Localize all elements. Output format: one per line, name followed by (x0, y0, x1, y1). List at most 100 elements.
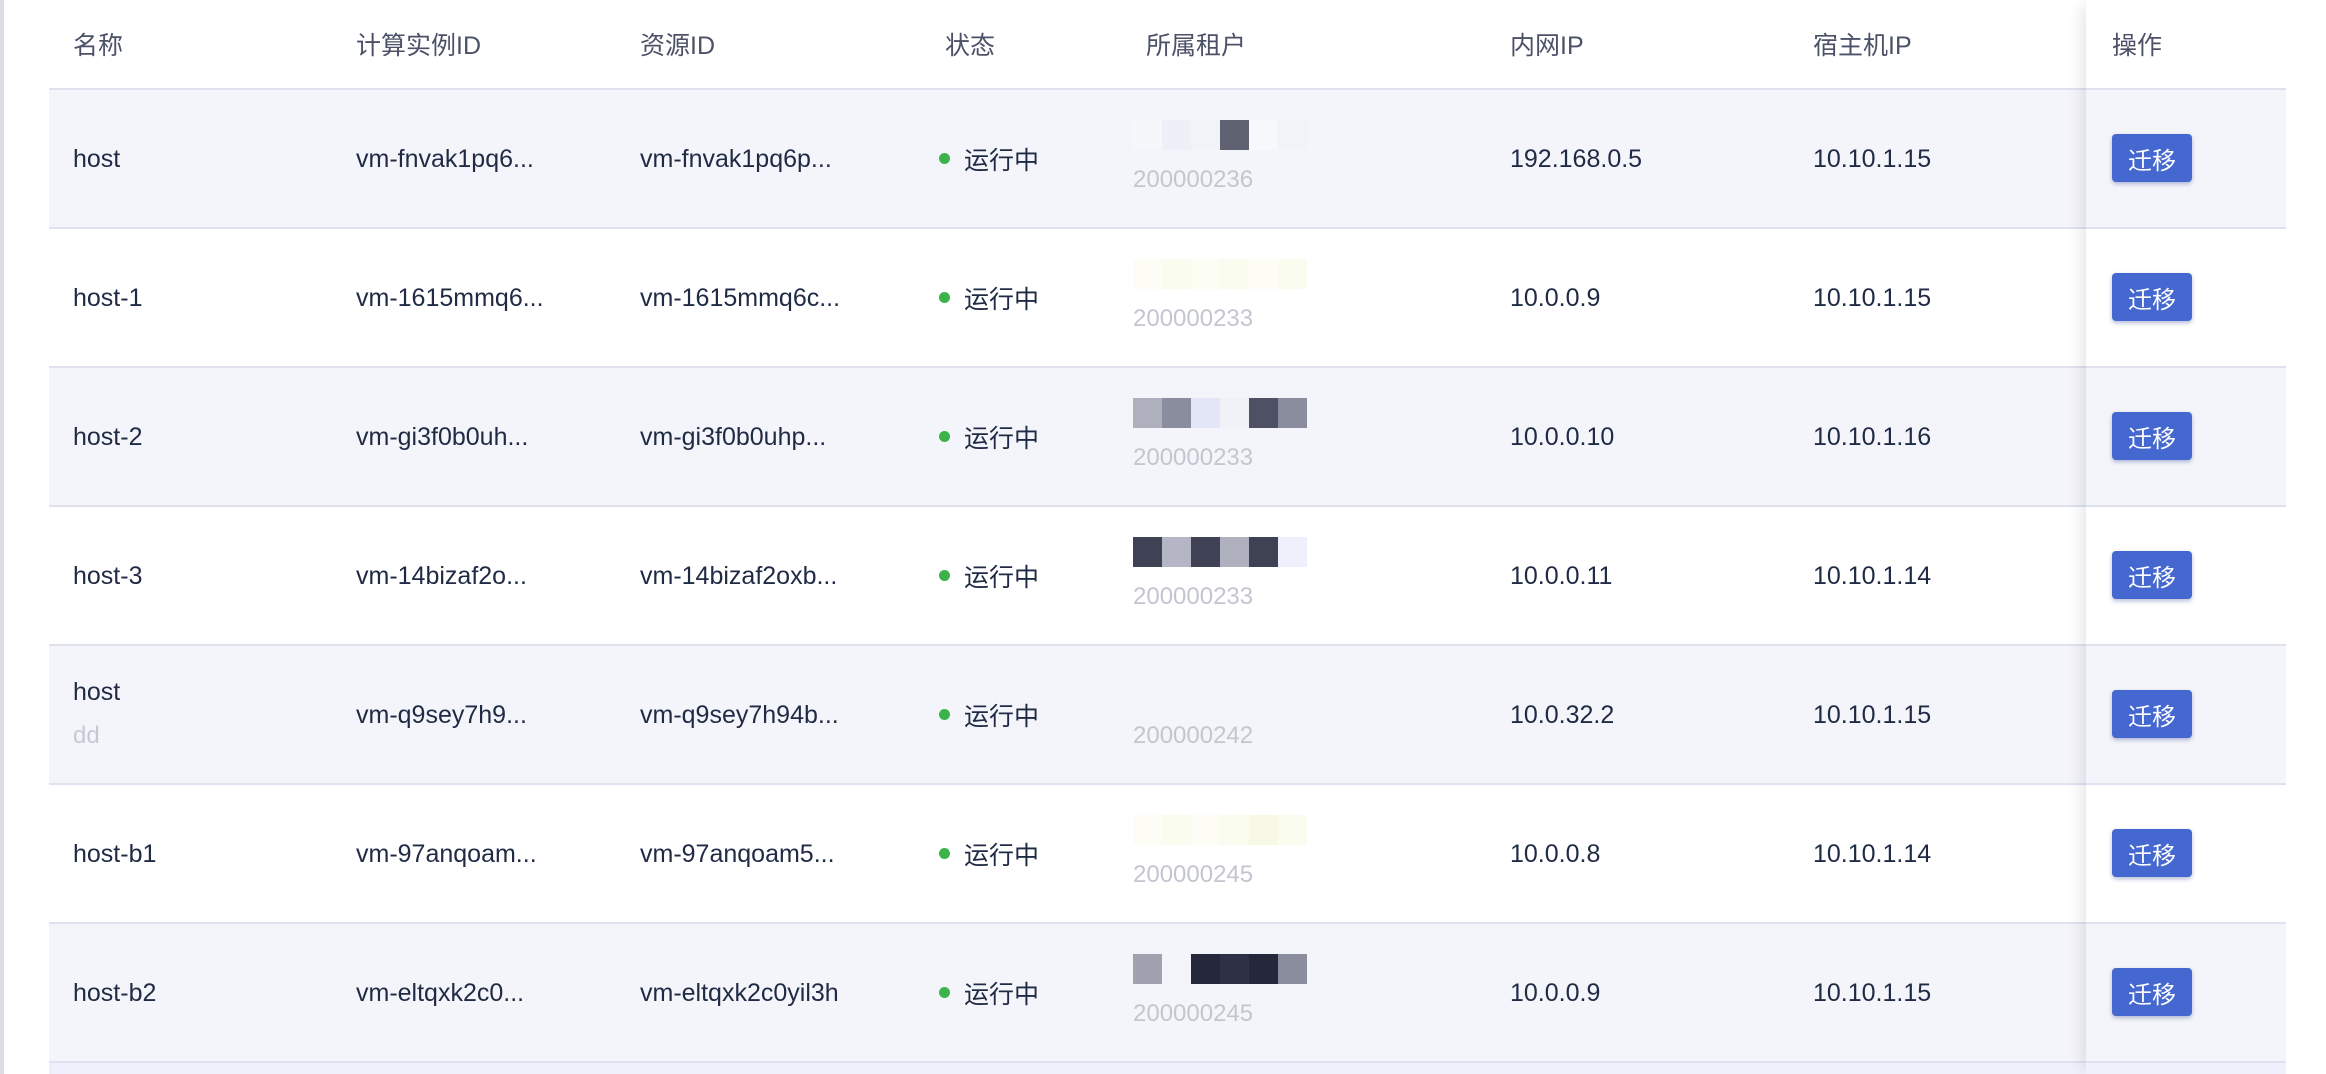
table-row[interactable]: host-2 vm-gi3f0b0uh... vm-gi3f0b0uhp... … (49, 368, 2289, 507)
table-row[interactable]: host vm-fnvak1pq6... vm-fnvak1pq6p... 运行… (49, 90, 2289, 229)
resource-id: vm-fnvak1pq6p... (640, 144, 832, 173)
host-ip: 10.10.1.15 (1813, 700, 1932, 729)
status-dot-icon (939, 709, 950, 720)
column-header-instance-id: 计算实例ID (356, 32, 482, 60)
column-header-name: 名称 (73, 32, 124, 60)
table-row[interactable]: host dd vm-q9sey7h9... vm-q9sey7h94b... … (49, 646, 2289, 785)
divider (2086, 783, 2286, 785)
tenant-name-redacted (1133, 954, 1307, 984)
host-ip: 10.10.1.14 (1813, 839, 1932, 868)
migrate-button[interactable]: 迁移 (2112, 829, 2192, 877)
vm-name[interactable]: host-2 (73, 422, 142, 452)
vm-name[interactable]: host-b2 (73, 978, 156, 1008)
instance-id: vm-1615mmq6... (356, 283, 544, 312)
status-text: 运行中 (964, 841, 1040, 870)
instance-id: vm-fnvak1pq6... (356, 144, 534, 173)
status-text: 运行中 (964, 424, 1040, 453)
host-ip: 10.10.1.15 (1813, 978, 1932, 1007)
vm-name[interactable]: host-1 (73, 283, 142, 313)
vm-instance-table-page: 名称 计算实例ID 资源ID 状态 所属租户 内网IP 宿主机IP host v… (0, 0, 2326, 1074)
vm-name[interactable]: host-3 (73, 561, 142, 591)
tenant-id: 200000236 (1133, 166, 1254, 193)
migrate-button[interactable]: 迁移 (2112, 968, 2192, 1016)
status-text: 运行中 (964, 563, 1040, 592)
table-row[interactable]: host-b2 vm-eltqxk2c0... vm-eltqxk2c0yil3… (49, 924, 2289, 1063)
column-header-resource-id: 资源ID (640, 32, 716, 60)
instance-id: vm-gi3f0b0uh... (356, 422, 529, 451)
status-cell: 运行中 (939, 697, 1039, 733)
divider (2086, 227, 2286, 229)
status-cell: 运行中 (939, 141, 1039, 177)
migrate-button[interactable]: 迁移 (2112, 134, 2192, 182)
private-ip: 10.0.0.9 (1510, 978, 1601, 1007)
instance-id: vm-97anqoam... (356, 839, 537, 868)
status-cell: 运行中 (939, 419, 1039, 455)
migrate-button[interactable]: 迁移 (2112, 551, 2192, 599)
table-row[interactable]: host-b1 vm-97anqoam... vm-97anqoam5... 运… (49, 785, 2289, 924)
tenant-name-redacted (1133, 120, 1307, 150)
tenant-name-redacted (1133, 815, 1307, 845)
instance-table: 名称 计算实例ID 资源ID 状态 所属租户 内网IP 宿主机IP host v… (49, 0, 2289, 1074)
vm-name[interactable]: host (73, 144, 120, 174)
tenant-name-redacted (1133, 259, 1307, 289)
tenant-name-redacted (1133, 398, 1307, 428)
status-dot-icon (939, 987, 950, 998)
status-dot-icon (939, 292, 950, 303)
migrate-button[interactable]: 迁移 (2112, 412, 2192, 460)
status-cell: 运行中 (939, 975, 1039, 1011)
column-header-status: 状态 (945, 32, 996, 60)
row-bg (2086, 1063, 2286, 1074)
operation-column-fixed: 操作 迁移 迁移 迁移 迁移 迁移 迁移 迁移 (2086, 0, 2326, 1074)
private-ip: 10.0.0.8 (1510, 839, 1601, 868)
resource-id: vm-97anqoam5... (640, 839, 835, 868)
status-text: 运行中 (964, 285, 1040, 314)
table-row[interactable]: host-1 vm-1615mmq6... vm-1615mmq6c... 运行… (49, 229, 2289, 368)
resource-id: vm-gi3f0b0uhp... (640, 422, 827, 451)
status-dot-icon (939, 153, 950, 164)
resource-id: vm-14bizaf2oxb... (640, 561, 838, 590)
tenant-id: 200000245 (1133, 861, 1254, 888)
tenant-id: 200000233 (1133, 583, 1254, 610)
status-text: 运行中 (964, 702, 1040, 731)
status-dot-icon (939, 848, 950, 859)
status-cell: 运行中 (939, 558, 1039, 594)
host-ip: 10.10.1.16 (1813, 422, 1932, 451)
instance-id: vm-q9sey7h9... (356, 700, 527, 729)
resource-id: vm-eltqxk2c0yil3h (640, 978, 839, 1007)
resource-id: vm-q9sey7h94b... (640, 700, 839, 729)
column-header-tenant: 所属租户 (1146, 32, 1247, 60)
migrate-button[interactable]: 迁移 (2112, 690, 2192, 738)
column-header-host-ip: 宿主机IP (1813, 32, 1912, 60)
vm-description: dd (73, 722, 100, 749)
private-ip: 10.0.0.11 (1510, 561, 1613, 590)
instance-id: vm-14bizaf2o... (356, 561, 527, 590)
status-dot-icon (939, 570, 950, 581)
host-ip: 10.10.1.14 (1813, 561, 1932, 590)
divider (2086, 505, 2286, 507)
resource-id: vm-1615mmq6c... (640, 283, 841, 312)
instance-id: vm-eltqxk2c0... (356, 978, 525, 1007)
tenant-name-redacted (1133, 537, 1307, 567)
status-cell: 运行中 (939, 280, 1039, 316)
host-ip: 10.10.1.15 (1813, 283, 1932, 312)
status-text: 运行中 (964, 146, 1040, 175)
vm-name[interactable]: host (73, 678, 120, 707)
host-ip: 10.10.1.15 (1813, 144, 1932, 173)
vm-name[interactable]: host-b1 (73, 839, 156, 869)
left-border (0, 0, 4, 1074)
table-row[interactable]: host-3 vm-14bizaf2o... vm-14bizaf2oxb...… (49, 507, 2289, 646)
table-row-partial (49, 1063, 2289, 1074)
migrate-button[interactable]: 迁移 (2112, 273, 2192, 321)
private-ip: 10.0.0.10 (1510, 422, 1615, 451)
status-cell: 运行中 (939, 836, 1039, 872)
status-dot-icon (939, 431, 950, 442)
private-ip: 10.0.32.2 (1510, 700, 1615, 729)
tenant-id: 200000233 (1133, 444, 1254, 471)
column-header-actions: 操作 (2112, 32, 2163, 60)
tenant-id: 200000245 (1133, 1000, 1254, 1027)
private-ip: 192.168.0.5 (1510, 144, 1643, 173)
table-header: 名称 计算实例ID 资源ID 状态 所属租户 内网IP 宿主机IP (49, 0, 2289, 90)
column-header-private-ip: 内网IP (1510, 32, 1584, 60)
private-ip: 10.0.0.9 (1510, 283, 1601, 312)
tenant-id: 200000242 (1133, 722, 1254, 749)
